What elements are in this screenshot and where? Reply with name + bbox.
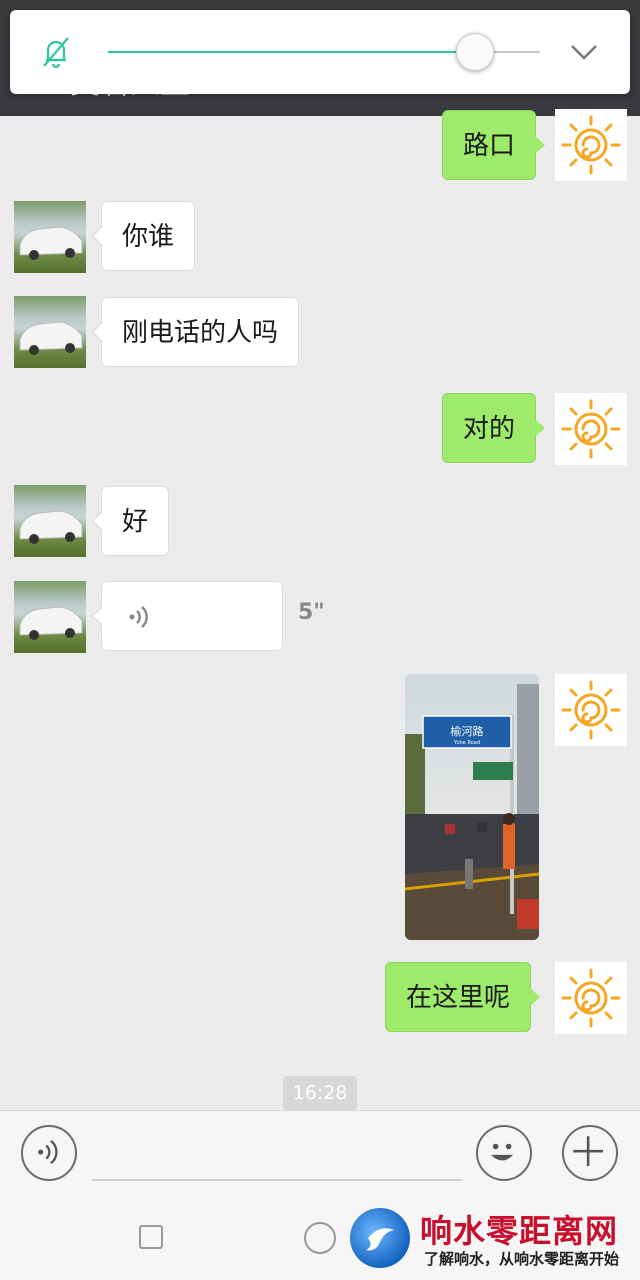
volume-slider-thumb[interactable]	[456, 33, 495, 71]
image-message[interactable]: 榆河路 Yuhe Road	[405, 674, 539, 940]
voice-message-bubble[interactable]	[91, 581, 283, 651]
message-input[interactable]	[92, 1179, 462, 1181]
avatar-self[interactable]	[555, 109, 627, 181]
message-bubble-in[interactable]: 你谁	[90, 201, 196, 271]
volume-slider[interactable]	[108, 33, 540, 71]
emoji-icon	[491, 1143, 514, 1161]
sun-avatar-icon	[561, 680, 621, 740]
street-photo: 榆河路 Yuhe Road	[405, 674, 539, 940]
message-bubble-out[interactable]: 路口	[442, 110, 546, 180]
recent-apps-button[interactable]	[139, 1225, 163, 1249]
emoji-button[interactable]	[476, 1125, 532, 1181]
input-bar	[0, 1110, 640, 1196]
volume-panel	[10, 10, 630, 94]
time-stamp: 16:28	[283, 1076, 357, 1110]
watermark-logo-icon	[350, 1208, 410, 1268]
watermark: 响水零距离网 了解响水，从响水零距离开始	[350, 1206, 640, 1276]
avatar-self[interactable]	[555, 962, 627, 1034]
voice-wave-icon	[129, 606, 148, 628]
sun-avatar-icon	[561, 115, 621, 175]
message-bubble-in[interactable]: 刚电话的人吗	[90, 297, 300, 367]
home-button[interactable]	[304, 1222, 336, 1254]
avatar-contact[interactable]	[14, 581, 86, 653]
voice-input-button[interactable]	[21, 1125, 77, 1181]
car-avatar-icon	[19, 226, 83, 260]
volume-slider-fill	[108, 51, 476, 53]
car-avatar-icon	[19, 510, 83, 544]
avatar-self[interactable]	[555, 393, 627, 465]
watermark-title: 响水零距离网	[420, 1212, 619, 1250]
sign-text: 榆河路	[451, 724, 484, 738]
car-avatar-icon	[19, 606, 83, 640]
message-bubble-out[interactable]: 对的	[442, 393, 546, 463]
avatar-self[interactable]	[555, 674, 627, 746]
message-bubble-in[interactable]: 好	[90, 486, 170, 556]
voice-duration: 5"	[298, 600, 325, 625]
avatar-contact[interactable]	[14, 296, 86, 368]
avatar-contact[interactable]	[14, 485, 86, 557]
voice-icon	[38, 1140, 58, 1165]
car-avatar-icon	[19, 321, 83, 355]
sun-avatar-icon	[561, 968, 621, 1028]
plus-icon	[573, 1136, 603, 1166]
bell-off-icon[interactable]	[38, 34, 74, 70]
avatar-contact[interactable]	[14, 201, 86, 273]
watermark-slogan: 了解响水，从响水零距离开始	[424, 1250, 620, 1268]
message-bubble-out[interactable]: 在这里呢	[385, 962, 541, 1032]
more-actions-button[interactable]	[562, 1125, 618, 1181]
sign-subtext: Yuhe Road	[453, 740, 480, 746]
sun-avatar-icon	[561, 399, 621, 459]
chevron-down-icon[interactable]	[566, 34, 602, 70]
